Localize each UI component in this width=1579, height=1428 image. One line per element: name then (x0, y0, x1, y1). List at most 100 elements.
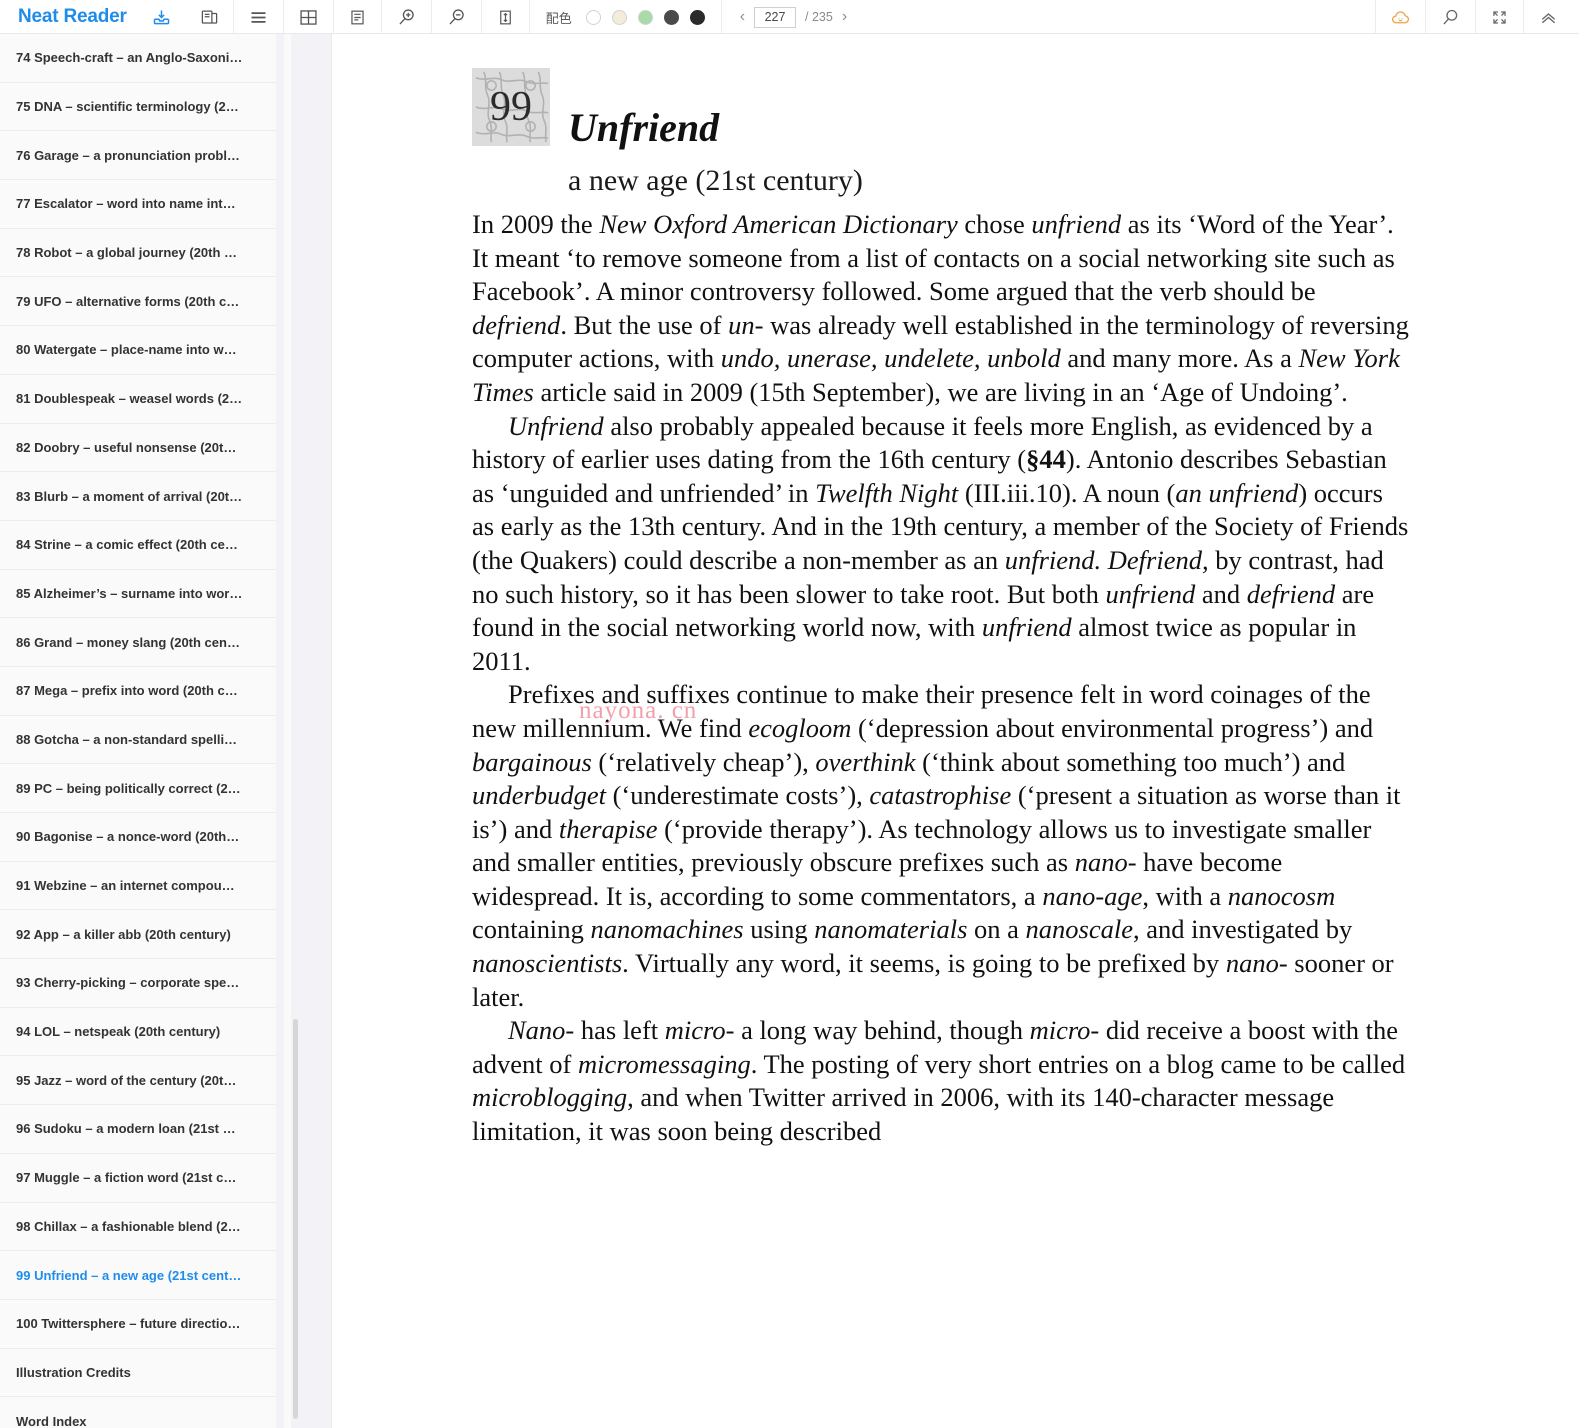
toc-item[interactable]: 89 PC – being politically correct (2… (0, 764, 276, 813)
toc-item[interactable]: 98 Chillax – a fashionable blend (2… (0, 1203, 276, 1252)
fullscreen-button[interactable] (1475, 0, 1523, 34)
menu-icon-button[interactable] (234, 0, 284, 34)
download-icon-button[interactable] (137, 0, 186, 34)
page-navigation: ‹ / 235 › (722, 0, 865, 34)
fit-height-icon-button[interactable] (482, 0, 530, 34)
toc-item-label: 92 App – a killer abb (20th century) (16, 926, 231, 942)
toc-item[interactable]: 99 Unfriend – a new age (21st cent… (0, 1251, 276, 1300)
text-run: (‘depression about environmental progres… (851, 712, 1374, 743)
swatch-black[interactable] (689, 9, 705, 25)
menu-icon (251, 11, 266, 23)
toc-item[interactable]: 76 Garage – a pronunciation probl… (0, 131, 276, 181)
body-paragraph: Unfriend also probably appealed because … (472, 410, 1411, 679)
text-run: defriend (1246, 578, 1336, 609)
toc-item-label: 95 Jazz – word of the century (20t… (16, 1072, 237, 1088)
text-run: unfriend (981, 612, 1072, 643)
text-run: Twelfth Night (815, 477, 959, 508)
toc-item[interactable]: 79 UFO – alternative forms (20th c… (0, 277, 276, 327)
toc-item-label: 96 Sudoku – a modern loan (21st … (16, 1121, 236, 1137)
grid-layout-icon-button[interactable] (284, 0, 334, 34)
color-scheme-group[interactable]: 配色 (530, 0, 722, 34)
search-button[interactable] (1425, 0, 1475, 34)
sidebar-scrollbar-track[interactable] (284, 34, 298, 1428)
text-run: has left (574, 1015, 665, 1046)
toc-item[interactable]: Illustration Credits (0, 1349, 276, 1398)
toc-item[interactable]: 75 DNA – scientific terminology (2… (0, 83, 276, 132)
prev-page-button[interactable]: ‹ (740, 9, 745, 25)
page-layout-icon-button[interactable] (334, 0, 382, 34)
toc-sidebar[interactable]: 74 Speech-craft – an Anglo-Saxoni… 75 DNA… (0, 34, 276, 1428)
text-run: In 2009 the (472, 209, 600, 239)
toc-item[interactable]: 91 Webzine – an internet compou… (0, 862, 276, 911)
toc-item[interactable]: 74 Speech-craft – an Anglo-Saxoni… (0, 34, 276, 83)
toc-item[interactable]: 82 Doobry – useful nonsense (20t… (0, 424, 276, 473)
toc-item-label: 99 Unfriend – a new age (21st cent… (16, 1267, 242, 1283)
toc-item-label: 100 Twittersphere – future directio… (16, 1316, 241, 1332)
toc-item[interactable]: 90 Bagonise – a nonce-word (20th… (0, 813, 276, 862)
reader-page: 99 Unfriend a new age (21st century) In … (332, 34, 1579, 1428)
text-run: unfriend. Defriend, (1004, 544, 1209, 575)
library-icon-button[interactable] (186, 0, 234, 34)
toc-item[interactable]: 84 Strine – a comic effect (20th ce… (0, 521, 276, 570)
text-run: , with a (1142, 880, 1228, 911)
toc-item[interactable]: 88 Gotcha – a non-standard spelli… (0, 716, 276, 765)
text-run: nano- (1225, 948, 1288, 979)
toc-item-label: 88 Gotcha – a non-standard spelli… (16, 731, 238, 747)
body-paragraph: Prefixes and suffixes continue to make t… (472, 678, 1411, 1014)
text-run: nanomaterials (814, 914, 968, 945)
toc-item[interactable]: 100 Twittersphere – future directio… (0, 1300, 276, 1349)
page-number-input[interactable] (754, 6, 797, 28)
toc-item-label: 83 Blurb – a moment of arrival (20t… (16, 488, 243, 504)
toc-item[interactable]: 97 Muggle – a fiction word (21st c… (0, 1154, 276, 1203)
toc-item-label: 93 Cherry-picking – corporate spe… (16, 975, 240, 991)
toc-item-label: 80 Watergate – place-name into w… (16, 342, 237, 358)
page-gutter (276, 34, 332, 1428)
text-run: micromessaging (577, 1048, 751, 1079)
text-run: catastrophise (869, 780, 1012, 811)
next-page-button[interactable]: › (842, 9, 847, 25)
text-run: Nano- (508, 1015, 575, 1046)
toc-item[interactable]: 80 Watergate – place-name into w… (0, 326, 276, 375)
zoom-out-icon (449, 8, 464, 25)
toc-item[interactable]: 77 Escalator – word into name int… (0, 180, 276, 229)
swatch-sepia[interactable] (611, 9, 627, 25)
toc-item[interactable]: 86 Grand – money slang (20th cen… (0, 618, 276, 667)
text-run: micro- (1029, 1015, 1100, 1046)
cloud-sync-button[interactable] (1375, 0, 1425, 34)
toc-item-label: 87 Mega – prefix into word (20th c… (16, 683, 238, 699)
library-icon (201, 10, 217, 24)
toc-item[interactable]: 81 Doublespeak – weasel words (2… (0, 375, 276, 424)
zoom-in-icon-button[interactable] (382, 0, 432, 34)
text-run: unfriend (1105, 578, 1196, 609)
swatch-darkgray[interactable] (663, 9, 679, 25)
toc-item[interactable]: 96 Sudoku – a modern loan (21st … (0, 1105, 276, 1154)
toc-item[interactable]: 78 Robot – a global journey (20th … (0, 229, 276, 278)
collapse-toolbar-button[interactable] (1523, 0, 1579, 34)
toc-item[interactable]: 87 Mega – prefix into word (20th c… (0, 667, 276, 716)
toc-item[interactable]: 83 Blurb – a moment of arrival (20t… (0, 472, 276, 521)
text-run: unerase, undelete, unbold (787, 343, 1061, 374)
app-title: Neat Reader (18, 6, 127, 27)
toc-item-label: 98 Chillax – a fashionable blend (2… (16, 1218, 241, 1234)
toc-item[interactable]: 95 Jazz – word of the century (20t… (0, 1056, 276, 1106)
text-run: using (743, 914, 815, 945)
download-icon (153, 10, 169, 24)
search-icon (1443, 9, 1458, 24)
sidebar-scrollbar-thumb[interactable] (293, 1019, 298, 1419)
text-run: on a (967, 914, 1026, 945)
text-run: nanoscale (1025, 914, 1133, 945)
toc-item[interactable]: 85 Alzheimer’s – surname into wor… (0, 570, 276, 619)
toc-item-label: 94 LOL – netspeak (20th century) (16, 1024, 221, 1040)
toc-item-label: 77 Escalator – word into name int… (16, 196, 236, 212)
swatch-green[interactable] (637, 9, 653, 25)
toc-item[interactable]: 94 LOL – netspeak (20th century) (0, 1008, 276, 1057)
fit-height-icon (499, 10, 511, 24)
toc-item[interactable]: Word Index (0, 1397, 276, 1428)
toc-item[interactable]: 93 Cherry-picking – corporate spe… (0, 959, 276, 1008)
toc-item-label: 81 Doublespeak – weasel words (2… (16, 391, 243, 407)
chapter-number: 99 (490, 84, 532, 130)
zoom-out-icon-button[interactable] (432, 0, 482, 34)
body-paragraph: Nano- has left micro- a long way behind,… (472, 1014, 1411, 1148)
swatch-white[interactable] (585, 9, 601, 25)
toc-item[interactable]: 92 App – a killer abb (20th century) (0, 910, 276, 960)
